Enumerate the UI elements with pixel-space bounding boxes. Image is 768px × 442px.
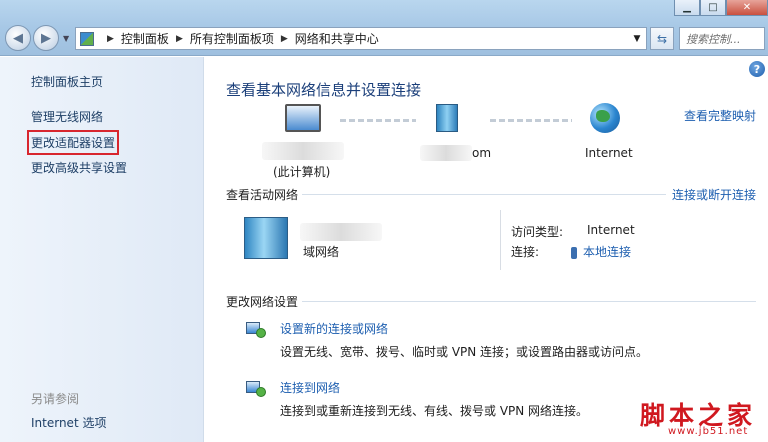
address-bar[interactable]: ▶ 控制面板 ▶ 所有控制面板项 ▶ 网络和共享中心 ▼ [75, 27, 647, 50]
divider [302, 301, 756, 302]
change-advanced-sharing-link[interactable]: 更改高级共享设置 [31, 159, 127, 176]
maximize-button[interactable]: □ [700, 0, 726, 16]
back-arrow-icon: ◀ [13, 30, 23, 46]
breadcrumb-control-panel[interactable]: 控制面板 [121, 30, 169, 47]
connection-line [490, 119, 572, 122]
internet-label: Internet [585, 146, 633, 160]
redacted-network-name [300, 223, 382, 241]
new-connection-icon [246, 320, 268, 340]
chevron-right-icon[interactable]: ▶ [107, 34, 114, 44]
minimize-button[interactable]: ▁ [674, 0, 700, 16]
refresh-icon: ⇆ [656, 31, 668, 46]
network-type-label: 域网络 [303, 245, 340, 259]
connect-disconnect-link[interactable]: 连接或断开连接 [672, 186, 756, 203]
window-controls: ▁ □ ✕ [674, 0, 768, 16]
close-button[interactable]: ✕ [726, 0, 768, 16]
internet-options-link[interactable]: Internet 选项 [31, 414, 106, 431]
change-settings-heading: 更改网络设置 [226, 295, 299, 309]
local-connection-text: 本地连接 [583, 245, 632, 259]
active-networks-heading: 查看活动网络 [226, 188, 299, 202]
domain-network-icon [244, 217, 288, 259]
computer-icon [285, 104, 321, 132]
forward-button[interactable]: ▶ [33, 25, 59, 51]
see-also-heading: 另请参阅 [31, 392, 80, 406]
computer-label: (此计算机) [273, 165, 331, 179]
control-panel-home-link[interactable]: 控制面板主页 [31, 73, 103, 90]
connect-to-network-link[interactable]: 连接到网络 [280, 379, 340, 396]
vertical-divider [500, 210, 501, 270]
navigation-buttons: ◀ ▶ ▼ [5, 25, 69, 51]
setup-new-connection-link[interactable]: 设置新的连接或网络 [280, 320, 388, 337]
breadcrumb-network-center[interactable]: 网络和共享中心 [295, 30, 379, 47]
recent-pages-dropdown[interactable]: ▼ [63, 34, 69, 43]
globe-icon [590, 103, 620, 133]
breadcrumb-all-items[interactable]: 所有控制面板项 [190, 30, 274, 47]
connection-label: 连接: [511, 245, 540, 259]
local-connection-link[interactable]: 本地连接 [571, 243, 631, 260]
control-panel-icon [80, 31, 94, 46]
redacted-computer-name [262, 142, 344, 160]
access-type-label: 访问类型: [511, 225, 564, 239]
title-bar: ▁ □ ✕ ◀ ▶ ▼ ▶ 控制面板 ▶ 所有控制面板项 ▶ 网络和共享中心 ▼… [0, 0, 768, 56]
help-icon[interactable]: ? [749, 61, 765, 77]
access-type-value: Internet [587, 223, 635, 237]
manage-wireless-link[interactable]: 管理无线网络 [31, 108, 103, 125]
connect-to-network-desc: 连接到或重新连接到无线、有线、拨号或 VPN 网络连接。 [280, 404, 589, 418]
see-full-map-link[interactable]: 查看完整映射 [684, 107, 756, 124]
divider [302, 194, 666, 195]
back-button[interactable]: ◀ [5, 25, 31, 51]
redacted-network-name [420, 145, 472, 161]
internet-node[interactable] [590, 103, 620, 133]
network-label: om [472, 146, 492, 160]
network-node[interactable] [436, 104, 458, 132]
forward-arrow-icon: ▶ [41, 30, 51, 46]
left-navigation-panel: 控制面板主页 管理无线网络 更改适配器设置 更改高级共享设置 另请参阅 Inte… [0, 57, 204, 442]
search-input[interactable]: 搜索控制... [679, 27, 765, 50]
chevron-right-icon[interactable]: ▶ [281, 34, 288, 44]
change-adapter-settings-link[interactable]: 更改适配器设置 [26, 130, 120, 155]
watermark-url: www.jb51.net [668, 426, 749, 437]
connection-line [340, 119, 416, 122]
search-placeholder: 搜索控制... [686, 32, 741, 46]
chevron-right-icon[interactable]: ▶ [176, 34, 183, 44]
network-server-icon [436, 104, 458, 132]
chevron-down-icon[interactable]: ▼ [628, 34, 646, 44]
this-computer-node[interactable] [285, 104, 321, 132]
refresh-button[interactable]: ⇆ [650, 27, 674, 50]
connect-network-icon [246, 379, 268, 399]
setup-new-connection-desc: 设置无线、宽带、拨号、临时或 VPN 连接；或设置路由器或访问点。 [280, 345, 649, 359]
ethernet-plug-icon [571, 246, 577, 259]
page-title: 查看基本网络信息并设置连接 [226, 81, 422, 99]
